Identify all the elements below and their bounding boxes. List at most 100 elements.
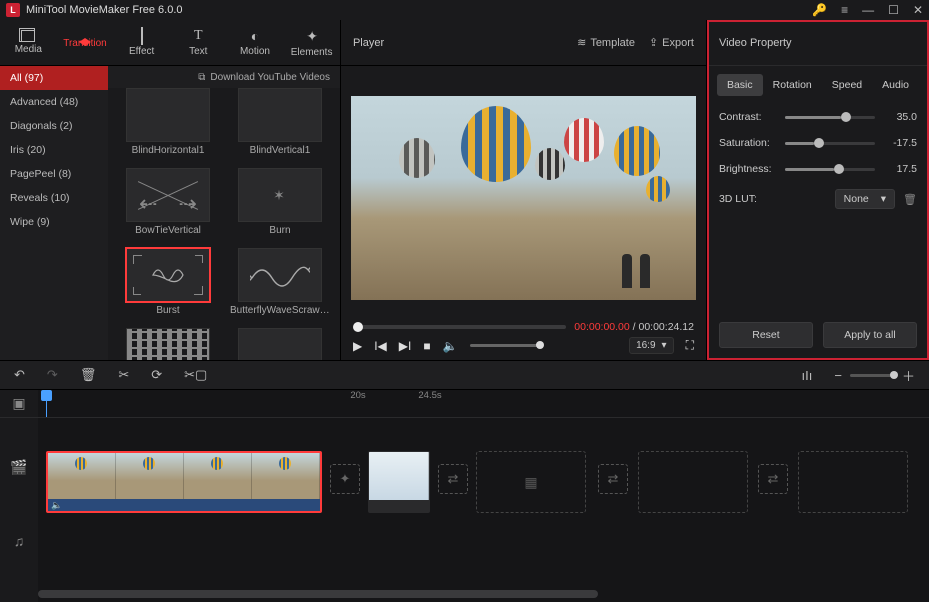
effect-icon [141, 28, 143, 44]
seek-slider[interactable] [353, 325, 566, 329]
video-property-panel: Video Property Basic Rotation Speed Audi… [707, 20, 929, 360]
player-panel: Player ≋Template ⇪Export 00:00:00.00 / 0… [341, 20, 707, 360]
audio-track[interactable] [38, 528, 929, 572]
playhead[interactable] [46, 390, 47, 417]
chevron-down-icon: ▾ [881, 193, 886, 205]
thumb-burn[interactable]: ✶Burn [230, 168, 330, 246]
delete-icon[interactable]: 🗑 [80, 367, 97, 383]
ptab-basic[interactable]: Basic [717, 74, 763, 96]
ptab-speed[interactable]: Speed [822, 74, 872, 96]
ptab-rotation[interactable]: Rotation [763, 74, 822, 96]
close-icon[interactable]: ✕ [913, 3, 923, 17]
transition-slot-3[interactable]: ⇄ [598, 464, 628, 494]
redo-icon[interactable]: ↷ [47, 367, 58, 383]
export-button[interactable]: ⇪Export [649, 36, 694, 49]
layers-icon[interactable]: ▣ [0, 390, 38, 418]
volume-slider[interactable] [470, 344, 540, 347]
timeline-scrollbar[interactable] [38, 590, 929, 598]
sidebar-item-wipe[interactable]: Wipe (9) [0, 210, 108, 234]
tab-elements[interactable]: ✦ Elements [283, 20, 340, 65]
transition-slot-2[interactable]: ⇄ [438, 464, 468, 494]
stop-icon[interactable]: ■ [423, 339, 430, 353]
audio-track-icon: ♫ [0, 516, 38, 566]
tab-label: Media [15, 44, 42, 55]
prev-frame-icon[interactable]: I◀ [374, 339, 387, 353]
window-title: MiniTool MovieMaker Free 6.0.0 [26, 4, 812, 16]
zoom-slider[interactable] [850, 374, 894, 377]
sidebar-item-reveals[interactable]: Reveals (10) [0, 186, 108, 210]
saturation-slider[interactable] [785, 142, 875, 145]
template-button[interactable]: ≋Template [577, 36, 635, 49]
transition-slot-4[interactable]: ⇄ [758, 464, 788, 494]
hamburger-icon[interactable]: ≡ [841, 3, 848, 17]
tab-label: Effect [129, 46, 154, 57]
ptab-audio[interactable]: Audio [872, 74, 919, 96]
key-icon[interactable]: 🔑 [812, 3, 827, 17]
brightness-slider[interactable] [785, 168, 875, 171]
tab-label: Text [189, 46, 207, 57]
transition-slot-1[interactable]: ✦ [330, 464, 360, 494]
volume-icon[interactable]: 🔈 [443, 339, 458, 353]
chevron-down-icon: ▾ [662, 340, 667, 351]
drop-zone-1[interactable]: ▦ [476, 451, 586, 513]
timeline-ruler[interactable]: 0s 20s 24.5s [38, 390, 929, 418]
split-icon[interactable]: ✂ [118, 367, 129, 383]
play-icon[interactable]: ▶ [353, 339, 362, 353]
timeline-area[interactable]: 0s 20s 24.5s 🔈 ✦ ⇄ ▦ ⇄ ⇄ [38, 390, 929, 602]
brightness-row: Brightness: 17.5 [707, 156, 929, 182]
library-panel: Media Transition Effect T Text ◐ Motion … [0, 20, 341, 360]
next-frame-icon[interactable]: ▶I [399, 339, 412, 353]
tab-motion[interactable]: ◐ Motion [227, 20, 284, 65]
trash-icon[interactable]: 🗑 [903, 193, 917, 206]
sidebar-item-diagonals[interactable]: Diagonals (2) [0, 114, 108, 138]
tab-text[interactable]: T Text [170, 20, 227, 65]
thumb-butterflywavescrawler[interactable]: ButterflyWaveScrawler [230, 248, 330, 326]
saturation-row: Saturation: -17.5 [707, 130, 929, 156]
zoom-out-icon[interactable]: − [834, 368, 842, 383]
tab-media[interactable]: Media [0, 20, 57, 65]
timecode: 00:00:00.00 / 00:00:24.12 [574, 321, 694, 333]
brightness-value: 17.5 [883, 163, 917, 175]
audio-mode-icon[interactable]: ıIı [802, 368, 813, 383]
zoom-in-icon[interactable]: ＋ [902, 366, 915, 385]
lut-select[interactable]: None▾ [835, 189, 895, 209]
contrast-slider[interactable] [785, 116, 875, 119]
maximize-icon[interactable]: ☐ [888, 3, 899, 17]
fullscreen-icon[interactable]: ⛶ [686, 338, 694, 353]
crop-icon[interactable]: ✂▢ [184, 367, 207, 383]
thumb-bowtievertical[interactable]: ⇠⇢BowTieVertical [118, 168, 218, 246]
reset-button[interactable]: Reset [719, 322, 813, 348]
video-track[interactable]: 🔈 ✦ ⇄ ▦ ⇄ ⇄ [38, 442, 929, 522]
thumb-burst[interactable]: Burst [118, 248, 218, 326]
text-icon: T [194, 28, 203, 44]
thumb-blindvertical1[interactable]: BlindVertical1 [230, 88, 330, 166]
timeline-panel: ▣ 🎬 ♫ 0s 20s 24.5s 🔈 ✦ ⇄ ▦ ⇄ ⇄ [0, 390, 929, 602]
thumb-more1[interactable] [118, 328, 218, 360]
lut-row: 3D LUT: None▾ 🗑 [707, 182, 929, 216]
undo-icon[interactable]: ↶ [14, 367, 25, 383]
saturation-value: -17.5 [883, 137, 917, 149]
drop-zone-2[interactable] [638, 451, 748, 513]
sidebar-item-all[interactable]: All (97) [0, 66, 108, 90]
thumb-more2[interactable] [230, 328, 330, 360]
thumb-blindhorizontal1[interactable]: BlindHorizontal1 [118, 88, 218, 166]
clip-1[interactable]: 🔈 [46, 451, 322, 513]
download-youtube-link[interactable]: ⧉ Download YouTube Videos [108, 66, 340, 88]
aspect-ratio-select[interactable]: 16:9▾ [629, 337, 674, 354]
sidebar-item-advanced[interactable]: Advanced (48) [0, 90, 108, 114]
tab-transition[interactable]: Transition [57, 20, 114, 65]
panel-title: Video Property [707, 20, 929, 66]
tab-effect[interactable]: Effect [113, 20, 170, 65]
minimize-icon[interactable]: — [862, 3, 874, 17]
tab-label: Elements [291, 47, 333, 58]
player-title: Player [353, 37, 563, 49]
sidebar-item-iris[interactable]: Iris (20) [0, 138, 108, 162]
contrast-row: Contrast: 35.0 [707, 104, 929, 130]
transition-grid: BlindHorizontal1 BlindVertical1 ⇠⇢BowTie… [108, 88, 340, 360]
speed-icon[interactable]: ⟳ [151, 367, 162, 383]
clip-2[interactable] [368, 451, 430, 513]
drop-zone-3[interactable] [798, 451, 908, 513]
sidebar-item-pagepeel[interactable]: PagePeel (8) [0, 162, 108, 186]
export-icon: ⇪ [649, 36, 658, 49]
apply-all-button[interactable]: Apply to all [823, 322, 917, 348]
